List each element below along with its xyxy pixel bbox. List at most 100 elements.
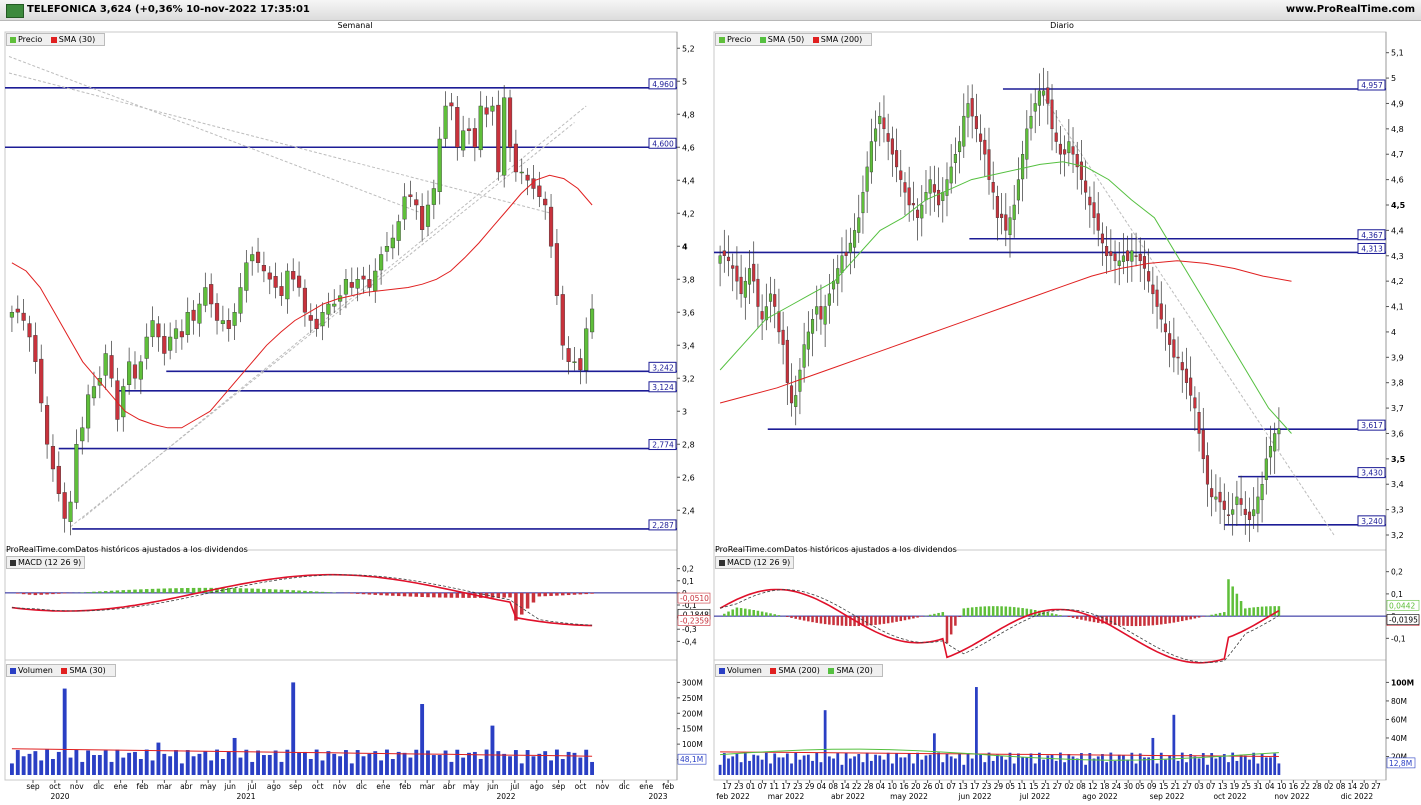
weekly-macd-histogram-bar — [420, 592, 424, 597]
weekly-x-tick-label: abr — [180, 782, 193, 791]
weekly-candle — [390, 237, 395, 249]
weekly-candle — [50, 446, 56, 470]
weekly-macd-histogram-bar — [121, 590, 126, 593]
daily-macd-histogram-bar — [1273, 606, 1276, 617]
daily-candle — [895, 150, 899, 168]
daily-y-tick-label: 4,3 — [1391, 252, 1404, 261]
daily-candle — [983, 139, 987, 155]
daily-macd-histogram-bar — [1151, 616, 1155, 626]
weekly-macd-histogram-bar — [379, 592, 383, 596]
weekly-volume-bar — [86, 750, 91, 775]
daily-candle — [848, 242, 852, 253]
weekly-volume-bar — [103, 750, 108, 775]
weekly-macd-histogram-bar — [549, 592, 553, 596]
weekly-volume-bar — [402, 752, 407, 775]
weekly-x-tick-label: dic — [619, 782, 630, 791]
weekly-y-tick-label: 3,8 — [682, 275, 695, 284]
daily-volume-bar — [1126, 759, 1130, 775]
legend-label: SMA (200) — [778, 666, 820, 675]
daily-candle — [1113, 253, 1117, 262]
weekly-volume-bar — [502, 753, 507, 775]
daily-candle — [1201, 429, 1205, 460]
daily-x-month-label: ago 2022 — [1082, 792, 1118, 801]
daily-candle — [815, 306, 819, 315]
daily-candle — [1121, 255, 1125, 262]
weekly-candle — [273, 276, 278, 288]
weekly-macd-histogram-bar — [51, 592, 55, 595]
daily-macd-histogram-bar — [1046, 612, 1050, 617]
daily-candle — [1218, 491, 1222, 503]
weekly-candle — [267, 272, 272, 280]
weekly-candle — [168, 336, 173, 351]
daily-volume-bar — [1021, 757, 1024, 775]
weekly-candle — [349, 282, 354, 288]
daily-vol-tick-label: 100M — [1391, 678, 1414, 687]
legend-label: SMA (200) — [820, 35, 863, 44]
weekly-volume-bar — [408, 757, 413, 775]
daily-candle — [1088, 196, 1092, 206]
weekly-candle — [519, 171, 524, 174]
daily-volume-bar — [953, 758, 957, 775]
daily-candle — [974, 116, 978, 130]
daily-candle — [1239, 498, 1243, 505]
site-url[interactable]: www.ProRealTime.com — [1286, 4, 1415, 15]
daily-candle — [789, 385, 794, 404]
daily-volume-bar — [1172, 714, 1176, 775]
weekly-candle — [261, 265, 266, 272]
weekly-candle — [543, 198, 548, 206]
weekly-x-tick-label: sep — [26, 782, 40, 791]
weekly-macd-histogram-bar — [33, 592, 38, 596]
weekly-volume-bar — [531, 756, 536, 775]
weekly-macd-value-label: -0,0510 — [680, 594, 709, 603]
weekly-volume-bar — [9, 763, 14, 775]
weekly-macd-histogram-bar — [432, 592, 436, 598]
weekly-macd-histogram-bar — [443, 592, 448, 598]
weekly-candle — [566, 348, 571, 362]
weekly-x-tick-label: ago — [267, 782, 281, 791]
weekly-volume-bar — [250, 761, 255, 775]
daily-macd-histogram-bar — [744, 608, 747, 617]
weekly-volume-bar — [361, 756, 366, 775]
daily-candle — [1243, 508, 1247, 515]
daily-macd-histogram-bar — [912, 616, 915, 619]
weekly-volume-bar — [109, 761, 114, 775]
daily-volume-bar — [1088, 753, 1092, 775]
daily-x-tick-label: 27 — [1371, 782, 1381, 791]
weekly-macd-histogram-bar — [86, 592, 90, 593]
daily-volume-bar — [1113, 760, 1117, 775]
daily-candle — [1159, 303, 1163, 320]
weekly-vol-tick-label: 300M — [682, 678, 703, 687]
daily-candle — [1168, 333, 1172, 345]
daily-volume-bar — [1214, 758, 1218, 775]
daily-volume-bar — [975, 687, 978, 775]
charts-area[interactable]: 5,2 5 4,8 4,6 4,4 4,2 4 3,8 3,6 3,4 3,2 3 2,8 2,6 2,4 4… — [0, 20, 1421, 805]
daily-y-tick-label: 5 — [1391, 74, 1396, 83]
daily-candle — [966, 103, 970, 118]
daily-volume-bar — [1197, 758, 1201, 775]
weekly-volume-bar — [344, 750, 348, 775]
daily-candle — [1071, 146, 1075, 155]
daily-volume-bar — [1059, 752, 1062, 775]
daily-candle — [1264, 458, 1268, 480]
daily-macd-histogram-bar — [870, 616, 873, 626]
daily-macd-histogram-bar — [1109, 616, 1113, 625]
weekly-volume-bar — [291, 682, 296, 775]
weekly-macd-histogram-bar — [537, 592, 542, 597]
weekly-volume-bar — [162, 753, 167, 775]
weekly-signal-line — [11, 574, 593, 626]
weekly-volume-bar — [203, 751, 208, 775]
daily-candle — [810, 319, 815, 334]
weekly-volume-bar — [267, 755, 272, 775]
daily-volume-bar — [811, 760, 814, 775]
daily-macd-histogram-bar — [1193, 616, 1197, 619]
daily-candle — [735, 265, 739, 282]
daily-volume-bar — [991, 760, 995, 775]
weekly-volume-bar — [232, 737, 237, 775]
weekly-candle — [285, 270, 290, 300]
daily-volume-bar — [920, 759, 924, 775]
legend-sma30: SMA (30) — [50, 35, 95, 44]
weekly-volume-bar — [390, 759, 395, 775]
weekly-candle — [291, 271, 296, 280]
daily-y-tick-label: 3,7 — [1391, 404, 1404, 413]
daily-volume-bar — [895, 753, 898, 775]
